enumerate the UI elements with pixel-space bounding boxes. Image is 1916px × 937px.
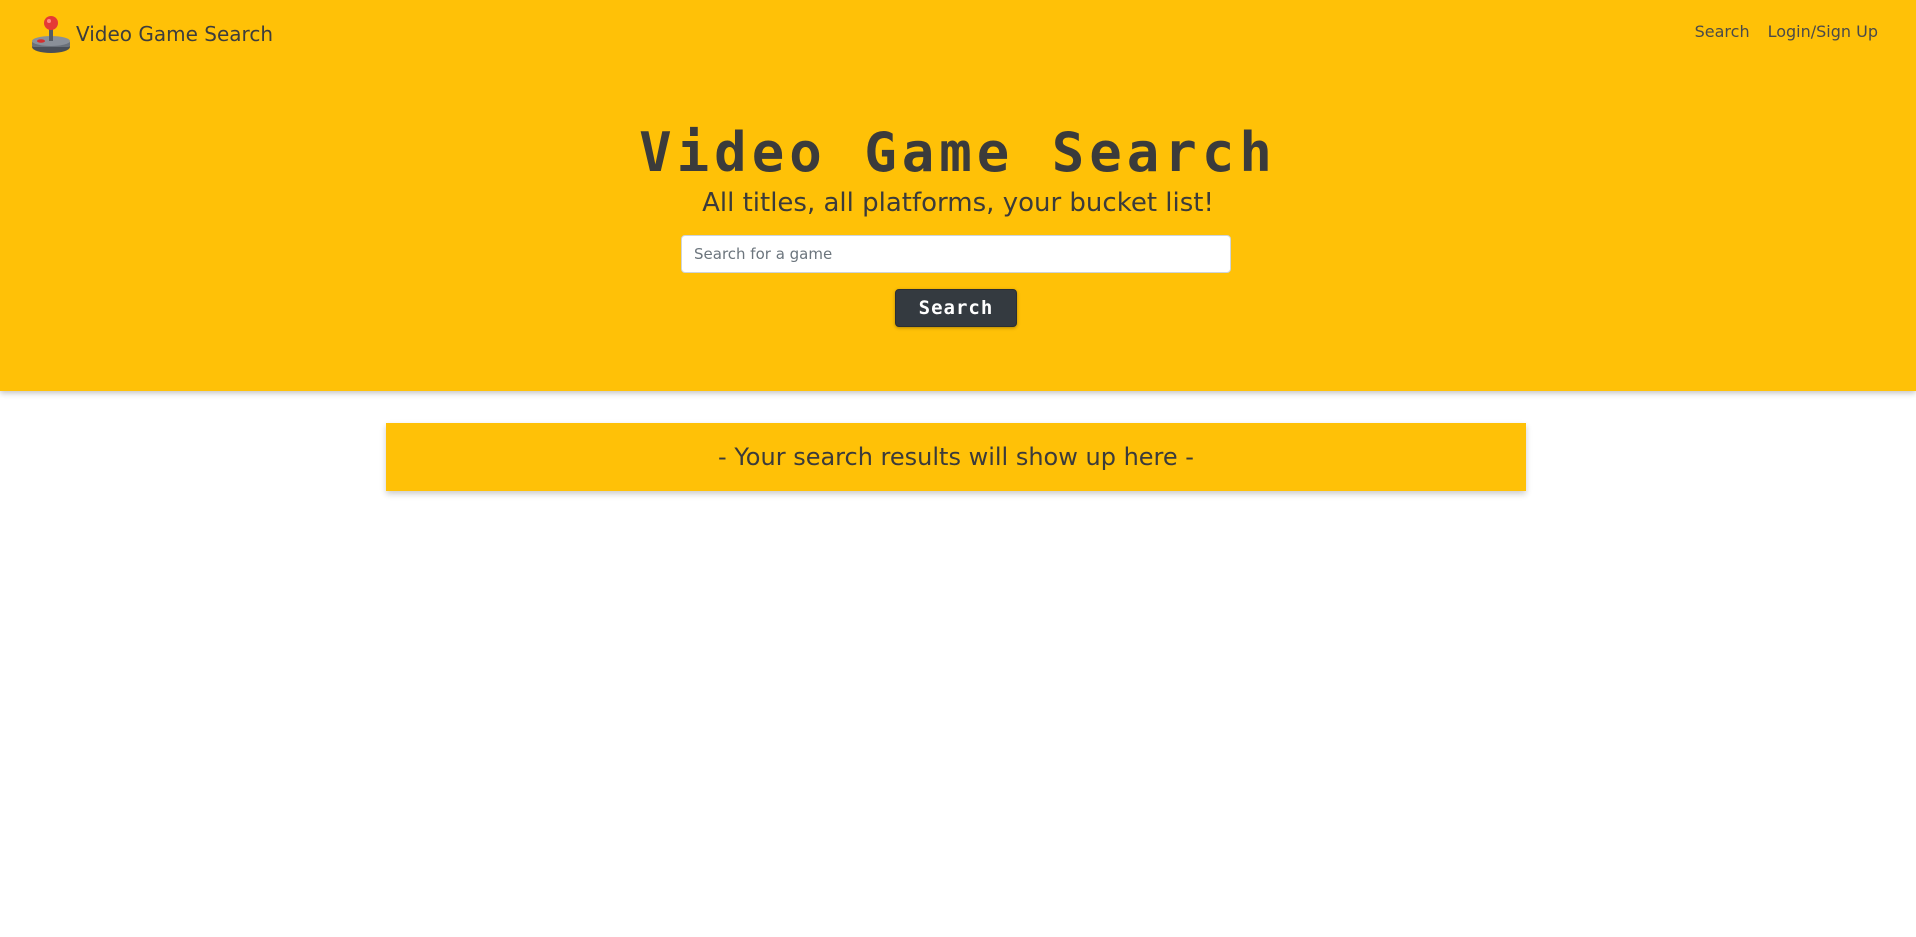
brand-title: Video Game Search: [76, 22, 274, 46]
nav-link-search[interactable]: Search: [1695, 22, 1750, 41]
results-placeholder: - Your search results will show up here …: [386, 423, 1526, 491]
joystick-icon: [32, 16, 70, 53]
search-button[interactable]: Search: [895, 289, 1017, 327]
page-subtitle: All titles, all platforms, your bucket l…: [702, 188, 1214, 218]
hero-banner: Video Game Search Search Login/Sign Up V…: [0, 0, 1916, 391]
nav-links: Search Login/Sign Up: [1695, 22, 1878, 41]
page-title: Video Game Search: [639, 121, 1277, 184]
navbar: Video Game Search Search Login/Sign Up: [0, 0, 1916, 68]
nav-link-login-signup[interactable]: Login/Sign Up: [1768, 22, 1878, 41]
brand-link[interactable]: Video Game Search: [30, 14, 273, 54]
results-message: - Your search results will show up here …: [718, 443, 1194, 471]
search-input[interactable]: [681, 235, 1231, 273]
